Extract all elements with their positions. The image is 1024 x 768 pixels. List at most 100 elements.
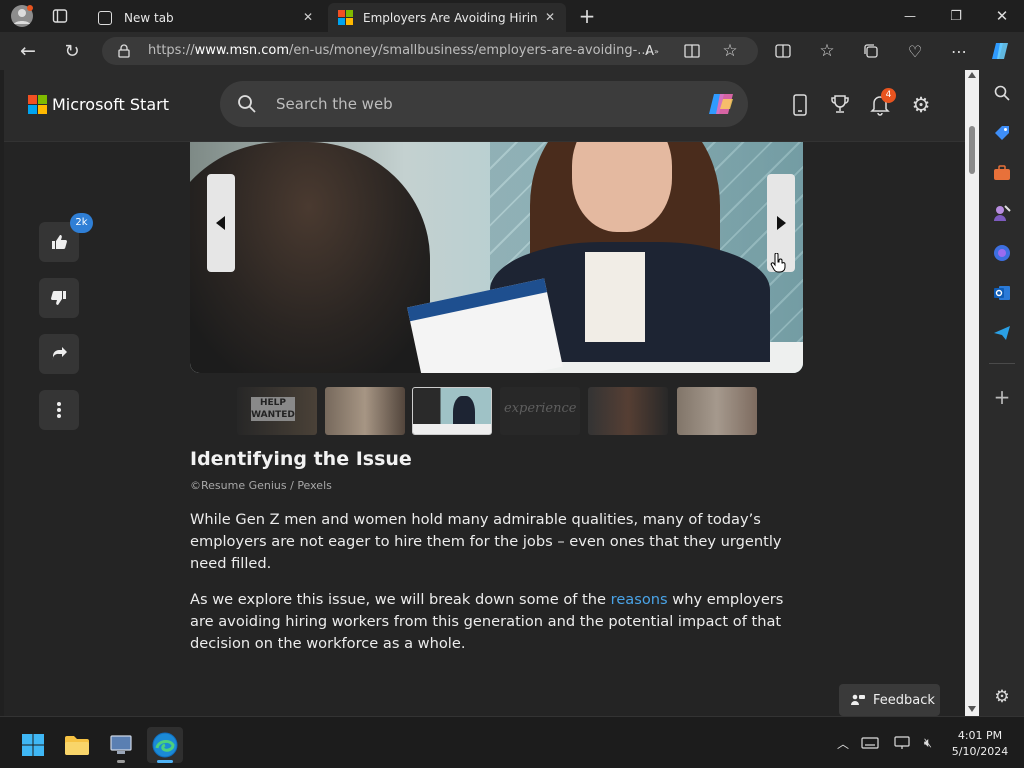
share-icon — [52, 347, 67, 360]
volume-muted-icon[interactable]: 🔇︎ — [918, 735, 938, 751]
like-count-badge: 2k — [70, 213, 93, 233]
search-input[interactable]: Search the web — [276, 95, 393, 113]
immersive-reader-icon[interactable] — [682, 41, 702, 61]
copilot-search-icon[interactable] — [706, 89, 738, 119]
more-actions-button[interactable] — [39, 390, 79, 430]
microsoft-logo-icon[interactable] — [28, 95, 47, 114]
paragraph-text: As we explore this issue, we will break … — [190, 591, 611, 608]
copilot-icon[interactable] — [988, 38, 1014, 64]
slideshow-image[interactable] — [190, 142, 803, 373]
favorite-star-icon[interactable]: ☆ — [720, 41, 740, 61]
new-tab-button[interactable]: + — [576, 4, 598, 28]
minimize-button[interactable]: — — [896, 4, 924, 28]
notification-badge: 4 — [881, 88, 896, 103]
shopping-tag-icon[interactable] — [991, 122, 1013, 144]
outlook-icon[interactable] — [991, 282, 1013, 304]
msn-header: Microsoft Start Search the web 4 ⚙ — [4, 70, 965, 142]
article-body: Identifying the Issue ©Resume Genius / P… — [190, 448, 810, 655]
scrollbar-thumb[interactable] — [969, 126, 975, 174]
article-paragraph: As we explore this issue, we will break … — [190, 589, 810, 655]
split-screen-icon[interactable] — [772, 41, 794, 61]
slide-thumbnail[interactable] — [677, 387, 757, 435]
tab-new-tab[interactable]: New tab ✕ — [88, 3, 324, 32]
page-scrollbar[interactable] — [965, 70, 979, 716]
remote-desktop-button[interactable] — [103, 727, 139, 763]
slide-thumbnail[interactable]: experience — [500, 387, 580, 435]
previous-slide-button[interactable] — [207, 174, 235, 272]
tools-briefcase-icon[interactable] — [991, 162, 1013, 184]
windows-taskbar: ︿ 🔇︎ 4:01 PM 5/10/2024 — [0, 716, 1024, 768]
keyboard-icon[interactable] — [860, 735, 880, 751]
slide-thumbnail-active[interactable] — [412, 387, 492, 435]
edge-taskbar-button[interactable] — [147, 727, 183, 763]
sidebar-search-icon[interactable] — [991, 82, 1013, 104]
monitor-icon — [110, 735, 132, 754]
tab-title: New tab — [124, 10, 174, 25]
thumbs-down-icon — [51, 291, 66, 305]
refresh-button[interactable]: ↻ — [60, 40, 84, 62]
read-aloud-icon[interactable]: A» — [642, 41, 662, 61]
tab-close-icon[interactable]: ✕ — [300, 9, 316, 25]
settings-gear-icon[interactable]: ⚙ — [908, 92, 934, 118]
windows-logo-icon — [22, 734, 44, 756]
url-path: /en-us/money/smallbusiness/employers-are… — [289, 43, 650, 58]
hand-cursor-icon — [770, 252, 786, 273]
favorites-icon[interactable]: ☆ — [816, 41, 838, 61]
slide-thumbnail[interactable] — [325, 387, 405, 435]
active-indicator — [157, 760, 173, 763]
feedback-button[interactable]: Feedback — [839, 684, 940, 716]
tab-title: Employers Are Avoiding Hiring G — [363, 10, 538, 25]
clock[interactable]: 4:01 PM 5/10/2024 — [944, 728, 1016, 760]
running-indicator — [117, 760, 125, 763]
games-icon[interactable] — [991, 202, 1013, 224]
msn-favicon-icon — [338, 10, 353, 25]
tab-actions-icon[interactable] — [50, 6, 70, 26]
back-button[interactable]: ← — [16, 40, 40, 62]
more-options-icon[interactable]: ⋯ — [948, 41, 970, 61]
search-icon — [236, 93, 258, 115]
scroll-up-arrow[interactable] — [968, 72, 976, 78]
thumbnail-label: experience — [504, 401, 577, 416]
mobile-app-icon[interactable] — [790, 92, 810, 118]
rewards-trophy-icon[interactable] — [828, 92, 852, 116]
thumbs-up-icon — [52, 235, 67, 249]
sidebar-divider — [989, 363, 1015, 364]
sidebar-settings-icon[interactable]: ⚙ — [991, 686, 1013, 708]
url-domain: www.msn.com — [194, 43, 290, 58]
file-explorer-button[interactable] — [59, 727, 95, 763]
chevron-right-icon — [777, 216, 786, 230]
folder-icon — [65, 736, 89, 755]
tab-close-icon[interactable]: ✕ — [542, 9, 558, 25]
reasons-link[interactable]: reasons — [611, 591, 668, 608]
chevron-left-icon — [216, 216, 225, 230]
slide-thumbnail[interactable] — [588, 387, 668, 435]
start-button[interactable] — [15, 727, 51, 763]
edge-sidebar: + ⚙ — [979, 70, 1024, 716]
clock-date: 5/10/2024 — [951, 745, 1009, 758]
address-bar[interactable]: https://www.msn.com/en-us/money/smallbus… — [102, 37, 758, 65]
url-text: https://www.msn.com/en-us/money/smallbus… — [148, 43, 650, 58]
network-icon[interactable] — [892, 735, 912, 751]
tab-article[interactable]: Employers Are Avoiding Hiring G ✕ — [328, 3, 566, 32]
new-tab-icon — [98, 10, 112, 25]
profile-avatar[interactable] — [10, 4, 34, 28]
show-hidden-icons-chevron-icon[interactable]: ︿ — [834, 735, 852, 751]
section-heading: Identifying the Issue — [190, 448, 412, 470]
maximize-button[interactable]: ❐ — [942, 4, 970, 28]
close-window-button[interactable]: ✕ — [988, 4, 1016, 28]
send-icon[interactable] — [991, 322, 1013, 344]
dislike-button[interactable] — [39, 278, 79, 318]
image-credit: ©Resume Genius / Pexels — [190, 479, 332, 492]
slide-thumbnail[interactable]: HELP WANTED — [237, 387, 317, 435]
feedback-icon — [851, 694, 865, 705]
copilot-sidebar-icon[interactable] — [991, 242, 1013, 264]
add-sidebar-app-icon[interactable]: + — [991, 385, 1013, 409]
search-box[interactable]: Search the web — [220, 81, 748, 127]
article-paragraph: While Gen Z men and women hold many admi… — [190, 511, 782, 572]
lock-icon — [116, 43, 132, 59]
scroll-down-arrow[interactable] — [968, 706, 976, 712]
collections-icon[interactable] — [860, 41, 882, 61]
browser-essentials-icon[interactable]: ♡ — [904, 41, 926, 61]
share-button[interactable] — [39, 334, 79, 374]
brand-name[interactable]: Microsoft Start — [52, 95, 169, 114]
